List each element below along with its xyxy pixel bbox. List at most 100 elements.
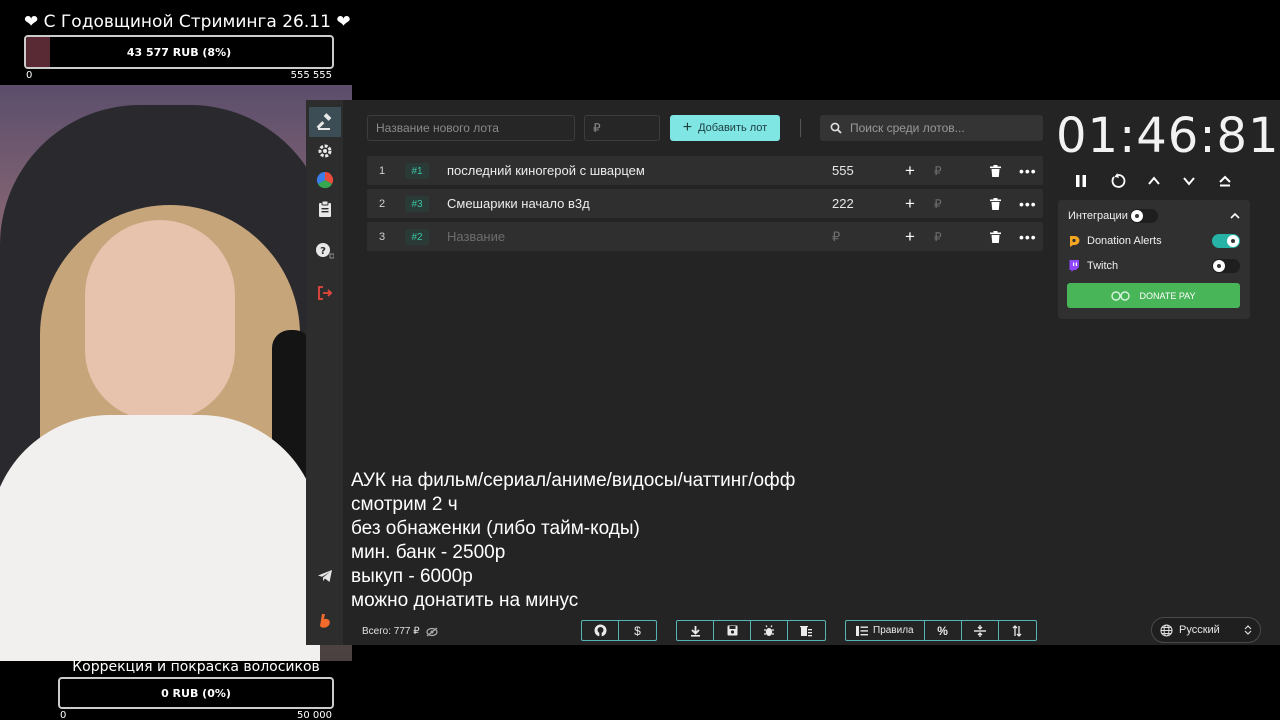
stream-rules-text: АУК на фильм/сериал/аниме/видосы/чаттинг… bbox=[351, 469, 911, 613]
clear-list-icon bbox=[800, 625, 812, 636]
goal-progress-bar: 43 577 RUB (8%) bbox=[24, 35, 334, 69]
trash-icon bbox=[990, 164, 1001, 177]
sidebar-item-wheel[interactable] bbox=[309, 165, 341, 195]
webcam-feed bbox=[0, 85, 352, 661]
donate-button[interactable]: $ bbox=[619, 621, 656, 640]
new-lot-name-input[interactable] bbox=[367, 115, 575, 141]
sidebar-item-help[interactable]: ? bbox=[309, 236, 341, 266]
subtract-time-button[interactable] bbox=[1178, 170, 1200, 192]
integration-twitch: Twitch bbox=[1068, 258, 1240, 274]
collapse-button[interactable] bbox=[1214, 170, 1236, 192]
rules-icon bbox=[856, 625, 868, 636]
new-lot-amount-input[interactable] bbox=[584, 115, 660, 141]
goal-min: 0 bbox=[60, 710, 67, 720]
more-options-button[interactable]: ••• bbox=[1019, 189, 1037, 218]
lot-id-badge: #3 bbox=[405, 196, 429, 212]
eject-icon bbox=[1219, 175, 1231, 187]
rule-line: смотрим 2 ч bbox=[351, 494, 458, 515]
add-lot-button[interactable]: + Добавить лот bbox=[670, 115, 780, 141]
lot-name[interactable]: Смешарики начало в3д bbox=[447, 189, 590, 218]
dollar-icon: $ bbox=[634, 623, 641, 638]
save-button[interactable] bbox=[714, 621, 751, 640]
lot-name[interactable]: последний киногерой с шварцем bbox=[447, 156, 645, 185]
sidebar-item-auction[interactable] bbox=[309, 107, 341, 137]
download-icon bbox=[690, 625, 700, 637]
lot-add-amount-input[interactable]: ₽ bbox=[934, 189, 942, 218]
toolbar-divider bbox=[800, 119, 801, 137]
pause-icon bbox=[1076, 175, 1086, 187]
telegram-icon bbox=[318, 570, 332, 582]
reset-timer-button[interactable] bbox=[1107, 170, 1129, 192]
delete-lot-button[interactable] bbox=[990, 156, 1001, 185]
rule-line: можно донатить на минус bbox=[351, 590, 579, 611]
lot-add-amount-input[interactable]: ₽ bbox=[934, 156, 942, 185]
total-label: Всего: 777 ₽ bbox=[362, 626, 420, 637]
sidebar-item-history[interactable] bbox=[309, 194, 341, 224]
gear-icon bbox=[318, 144, 332, 158]
report-bug-button[interactable] bbox=[751, 621, 788, 640]
sidebar-item-telegram[interactable] bbox=[309, 561, 341, 591]
svg-text:?: ? bbox=[320, 246, 326, 257]
toggle-knob bbox=[1227, 235, 1239, 247]
goal-title: Коррекция и покраска волосиков bbox=[72, 659, 320, 675]
goal-max: 555 555 bbox=[290, 70, 332, 81]
bug-icon bbox=[764, 624, 774, 636]
github-button[interactable] bbox=[582, 621, 619, 640]
delete-lot-button[interactable] bbox=[990, 189, 1001, 218]
globe-icon bbox=[1160, 623, 1173, 637]
lot-row: 1 #1 последний киногерой с шварцем 555 + ₽ ••• bbox=[367, 156, 1043, 185]
eye-off-icon[interactable] bbox=[426, 627, 438, 637]
language-select[interactable]: Русский bbox=[1151, 617, 1261, 643]
clipboard-icon bbox=[319, 201, 331, 217]
integration-name: Donation Alerts bbox=[1087, 235, 1162, 247]
lot-name[interactable]: Название bbox=[447, 222, 505, 251]
file-button-group bbox=[676, 620, 826, 641]
trash-icon bbox=[990, 197, 1001, 210]
sort-icon bbox=[1012, 624, 1022, 637]
integrations-header: Интеграции bbox=[1068, 208, 1240, 224]
more-options-button[interactable]: ••• bbox=[1019, 156, 1037, 185]
donation-alerts-toggle[interactable] bbox=[1212, 234, 1240, 248]
donation-alerts-icon bbox=[1070, 236, 1080, 247]
more-options-button[interactable]: ••• bbox=[1019, 222, 1037, 251]
add-amount-button[interactable]: + bbox=[905, 222, 915, 251]
sidebar-item-logout[interactable] bbox=[309, 278, 341, 308]
trash-icon bbox=[990, 230, 1001, 243]
rules-button[interactable]: Правила bbox=[846, 621, 925, 640]
integrations-panel: Интеграции Donation Alerts Twitch DONATE… bbox=[1058, 200, 1250, 319]
timer-controls bbox=[1070, 170, 1250, 192]
sidebar-item-settings[interactable] bbox=[309, 136, 341, 166]
rule-line: без обнаженки (либо тайм-коды) bbox=[351, 518, 640, 539]
add-time-button[interactable] bbox=[1143, 170, 1165, 192]
split-button[interactable] bbox=[962, 621, 999, 640]
help-icon: ? bbox=[316, 243, 334, 259]
pause-button[interactable] bbox=[1070, 170, 1092, 192]
add-lot-label: Добавить лот bbox=[698, 122, 768, 134]
delete-all-button[interactable] bbox=[788, 621, 825, 640]
donatepay-button[interactable]: DONATE PAY bbox=[1067, 283, 1240, 308]
goal-scale: 0 555 555 bbox=[24, 70, 334, 81]
integrations-master-toggle[interactable] bbox=[1130, 209, 1158, 223]
sort-button[interactable] bbox=[999, 621, 1036, 640]
tools-button-group: Правила % bbox=[845, 620, 1037, 641]
search-input[interactable] bbox=[850, 121, 1030, 135]
percent-icon: % bbox=[937, 623, 948, 638]
lot-amount[interactable]: ₽ bbox=[832, 222, 840, 251]
add-amount-button[interactable]: + bbox=[905, 189, 915, 218]
streamer-face bbox=[85, 220, 235, 420]
percent-button[interactable]: % bbox=[925, 621, 962, 640]
lot-row: 2 #3 Смешарики начало в3д 222 + ₽ ••• bbox=[367, 189, 1043, 218]
chevron-up-icon[interactable] bbox=[1230, 211, 1240, 221]
twitch-icon bbox=[1069, 260, 1079, 272]
delete-lot-button[interactable] bbox=[990, 222, 1001, 251]
plus-icon: + bbox=[682, 119, 693, 136]
twitch-toggle[interactable] bbox=[1212, 259, 1240, 273]
lot-row: 3 #2 Название ₽ + ₽ ••• bbox=[367, 222, 1043, 251]
lot-add-amount-input[interactable]: ₽ bbox=[934, 222, 942, 251]
download-button[interactable] bbox=[677, 621, 714, 640]
add-amount-button[interactable]: + bbox=[905, 156, 915, 185]
chevron-up-icon bbox=[1148, 176, 1160, 185]
select-arrows-icon bbox=[1244, 625, 1252, 635]
lot-amount[interactable]: 555 bbox=[832, 156, 854, 185]
lot-amount[interactable]: 222 bbox=[832, 189, 854, 218]
